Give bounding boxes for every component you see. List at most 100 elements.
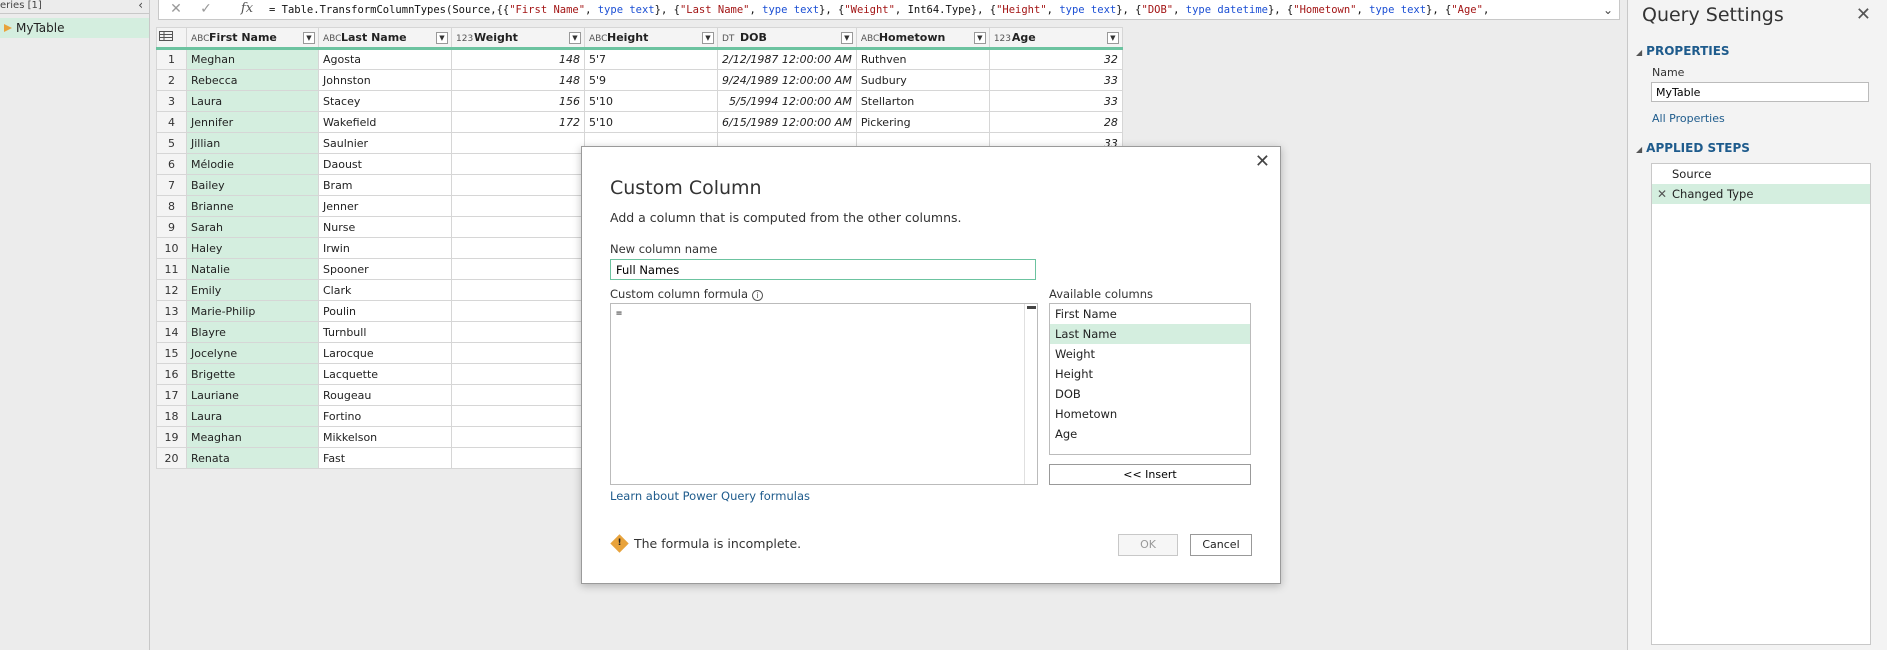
table-cell[interactable]: Ruthven bbox=[855, 48, 990, 70]
new-column-name-input[interactable] bbox=[610, 259, 1036, 280]
table-cell[interactable]: Blayre bbox=[186, 321, 319, 343]
table-cell[interactable] bbox=[451, 258, 585, 280]
table-cell[interactable] bbox=[451, 132, 585, 154]
table-cell[interactable]: 148 bbox=[451, 48, 585, 70]
close-settings-icon[interactable]: ✕ bbox=[1856, 4, 1871, 25]
row-number[interactable]: 15 bbox=[156, 342, 187, 364]
scrollbar-thumb[interactable] bbox=[1027, 306, 1036, 309]
table-cell[interactable] bbox=[451, 195, 585, 217]
available-column-item[interactable]: Age bbox=[1050, 424, 1250, 444]
column-type-icon[interactable]: 123 bbox=[994, 34, 1012, 44]
table-menu-icon[interactable] bbox=[156, 27, 187, 50]
table-cell[interactable]: Brianne bbox=[186, 195, 319, 217]
step-source[interactable]: Source bbox=[1652, 164, 1870, 184]
table-cell[interactable]: Rougeau bbox=[318, 384, 452, 406]
table-cell[interactable] bbox=[451, 426, 585, 448]
row-number[interactable]: 16 bbox=[156, 363, 187, 385]
row-number[interactable]: 18 bbox=[156, 405, 187, 427]
row-number[interactable]: 8 bbox=[156, 195, 187, 217]
close-dialog-icon[interactable]: ✕ bbox=[1255, 151, 1270, 172]
table-cell[interactable]: Lauriane bbox=[186, 384, 319, 406]
table-cell[interactable]: Stacey bbox=[318, 90, 452, 112]
table-cell[interactable] bbox=[451, 405, 585, 427]
row-number[interactable]: 2 bbox=[156, 69, 187, 91]
column-type-icon[interactable]: ABC bbox=[861, 34, 879, 44]
table-cell[interactable]: Fast bbox=[318, 447, 452, 469]
table-cell[interactable]: 33 bbox=[988, 90, 1123, 112]
column-filter-dropdown-icon[interactable]: ▼ bbox=[436, 32, 448, 44]
column-filter-dropdown-icon[interactable]: ▼ bbox=[702, 32, 714, 44]
collapse-pane-icon[interactable]: ‹ bbox=[138, 0, 143, 11]
column-filter-dropdown-icon[interactable]: ▼ bbox=[1106, 32, 1119, 44]
table-cell[interactable]: Poulin bbox=[318, 300, 452, 322]
column-header[interactable]: ABCHometown ▼ bbox=[855, 27, 990, 50]
table-cell[interactable]: 5'9 bbox=[584, 69, 718, 91]
applied-steps-header[interactable]: ◢ APPLIED STEPS bbox=[1628, 141, 1887, 155]
table-cell[interactable]: Meaghan bbox=[186, 426, 319, 448]
row-number[interactable]: 20 bbox=[156, 447, 187, 469]
table-cell[interactable]: Clark bbox=[318, 279, 452, 301]
table-cell[interactable]: Emily bbox=[186, 279, 319, 301]
row-number[interactable]: 9 bbox=[156, 216, 187, 238]
column-header[interactable]: ABCLast Name ▼ bbox=[318, 27, 452, 50]
table-cell[interactable]: Spooner bbox=[318, 258, 452, 280]
table-cell[interactable]: 28 bbox=[988, 111, 1123, 133]
insert-button[interactable]: << Insert bbox=[1049, 464, 1251, 485]
cancel-formula-icon[interactable]: ✕ bbox=[163, 0, 189, 20]
row-number[interactable]: 10 bbox=[156, 237, 187, 259]
available-column-item[interactable]: First Name bbox=[1050, 304, 1250, 324]
column-filter-dropdown-icon[interactable]: ▼ bbox=[569, 32, 581, 44]
table-cell[interactable]: 33 bbox=[988, 69, 1123, 91]
table-cell[interactable]: 32 bbox=[988, 48, 1123, 70]
column-header[interactable]: 123Weight ▼ bbox=[451, 27, 585, 50]
column-filter-dropdown-icon[interactable]: ▼ bbox=[303, 32, 315, 44]
properties-header[interactable]: ◢ PROPERTIES bbox=[1628, 44, 1887, 58]
table-cell[interactable] bbox=[451, 279, 585, 301]
column-header[interactable]: 123Age ▼ bbox=[988, 27, 1123, 50]
column-header[interactable]: ABCHeight ▼ bbox=[584, 27, 718, 50]
formula-scrollbar[interactable] bbox=[1024, 304, 1037, 484]
table-cell[interactable]: Johnston bbox=[318, 69, 452, 91]
table-cell[interactable]: 5'10 bbox=[584, 111, 718, 133]
table-cell[interactable]: Jillian bbox=[186, 132, 319, 154]
available-column-item[interactable]: Height bbox=[1050, 364, 1250, 384]
table-cell[interactable]: Fortino bbox=[318, 405, 452, 427]
table-cell[interactable]: Haley bbox=[186, 237, 319, 259]
table-cell[interactable]: Marie-Philip bbox=[186, 300, 319, 322]
query-name-input[interactable] bbox=[1651, 82, 1869, 102]
table-cell[interactable]: 6/15/1989 12:00:00 AM bbox=[717, 111, 857, 133]
table-cell[interactable]: Sarah bbox=[186, 216, 319, 238]
all-properties-link[interactable]: All Properties bbox=[1628, 112, 1887, 125]
table-cell[interactable] bbox=[451, 321, 585, 343]
column-header[interactable]: DT DOB ▼ bbox=[717, 27, 857, 50]
table-cell[interactable] bbox=[451, 216, 585, 238]
table-cell[interactable]: 5'10 bbox=[584, 90, 718, 112]
table-cell[interactable]: Mélodie bbox=[186, 153, 319, 175]
table-cell[interactable]: Stellarton bbox=[855, 90, 990, 112]
table-cell[interactable]: Bram bbox=[318, 174, 452, 196]
table-cell[interactable]: Lacquette bbox=[318, 363, 452, 385]
table-cell[interactable]: Jenner bbox=[318, 195, 452, 217]
table-cell[interactable]: Brigette bbox=[186, 363, 319, 385]
table-cell[interactable] bbox=[451, 153, 585, 175]
table-cell[interactable]: Laura bbox=[186, 405, 319, 427]
table-cell[interactable] bbox=[451, 174, 585, 196]
row-number[interactable]: 7 bbox=[156, 174, 187, 196]
table-cell[interactable] bbox=[451, 342, 585, 364]
table-cell[interactable]: 5'7 bbox=[584, 48, 718, 70]
table-cell[interactable]: Nurse bbox=[318, 216, 452, 238]
row-number[interactable]: 1 bbox=[156, 48, 187, 70]
column-filter-dropdown-icon[interactable]: ▼ bbox=[973, 32, 986, 44]
table-cell[interactable] bbox=[451, 363, 585, 385]
table-cell[interactable]: Renata bbox=[186, 447, 319, 469]
available-column-item[interactable]: Weight bbox=[1050, 344, 1250, 364]
table-cell[interactable]: 2/12/1987 12:00:00 AM bbox=[717, 48, 857, 70]
table-cell[interactable]: 9/24/1989 12:00:00 AM bbox=[717, 69, 857, 91]
table-cell[interactable]: Saulnier bbox=[318, 132, 452, 154]
fx-icon[interactable]: fx bbox=[237, 0, 257, 20]
delete-step-icon[interactable]: ✕ bbox=[1657, 184, 1667, 204]
table-cell[interactable]: Jennifer bbox=[186, 111, 319, 133]
table-cell[interactable]: Meghan bbox=[186, 48, 319, 70]
column-type-icon[interactable]: ABC bbox=[323, 34, 341, 44]
column-type-icon[interactable]: DT bbox=[722, 34, 740, 44]
